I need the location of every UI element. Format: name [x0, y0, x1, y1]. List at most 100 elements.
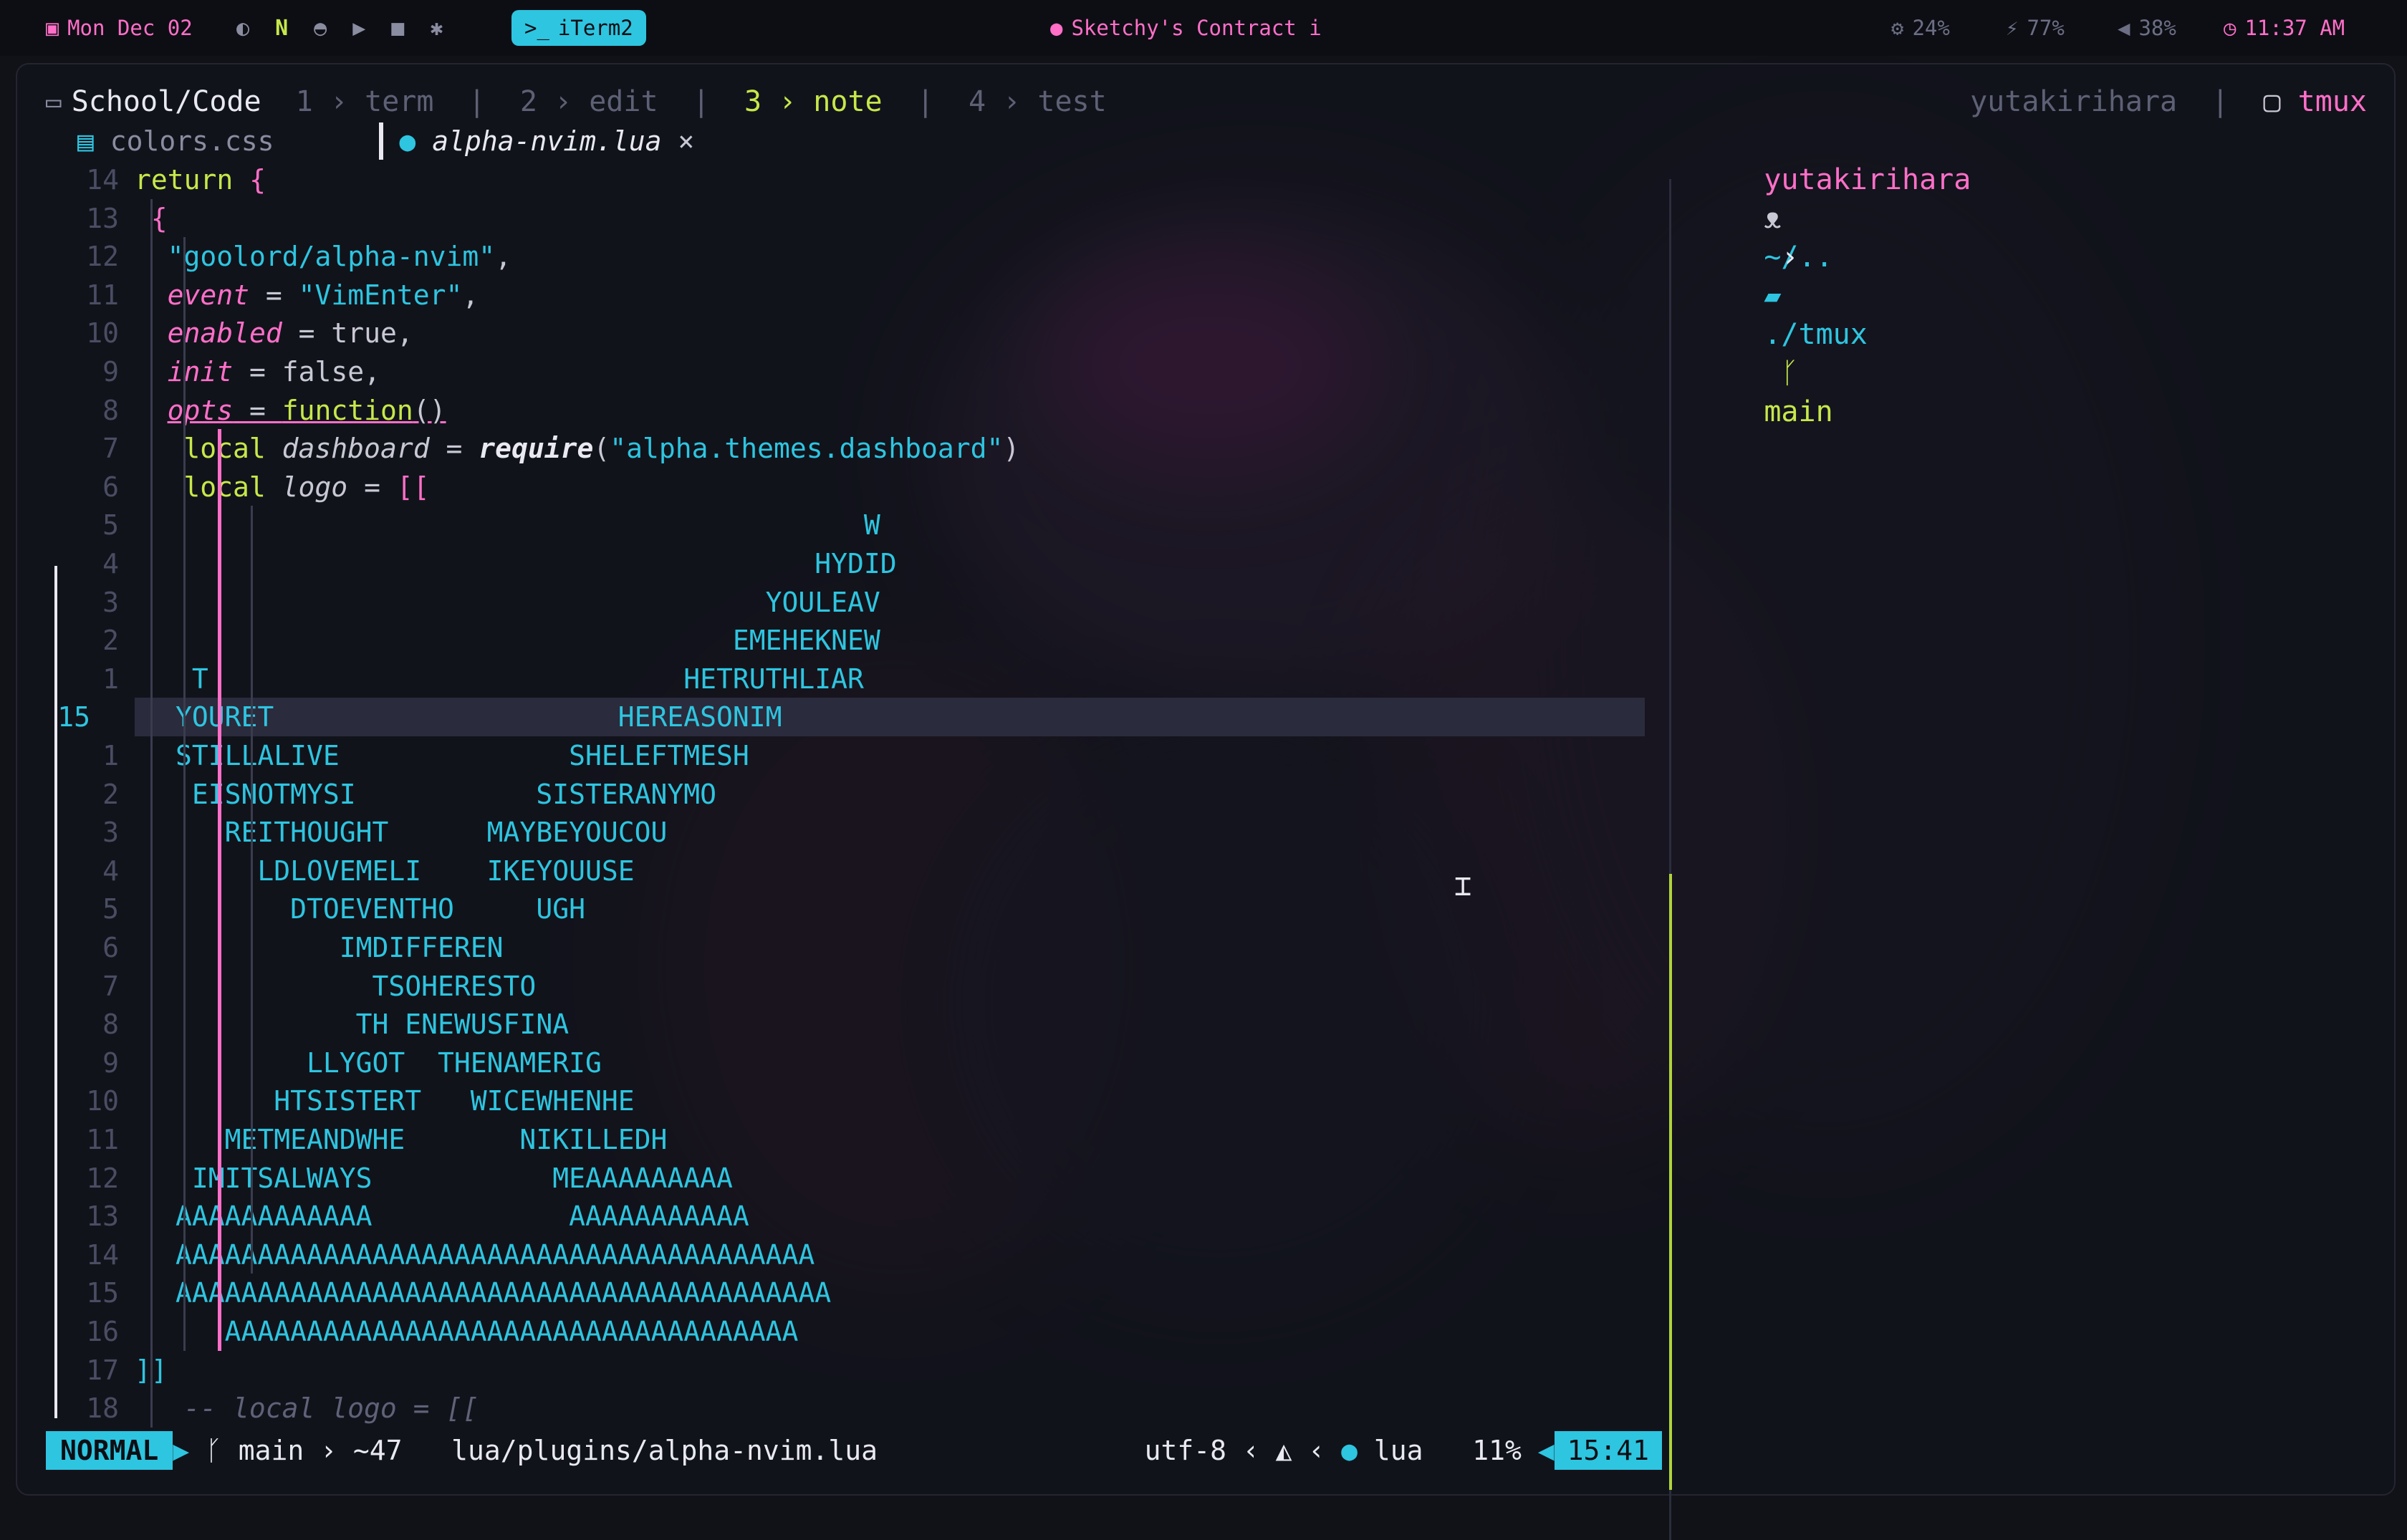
- code-line[interactable]: 5 DTOEVENTHO UGH: [17, 890, 1665, 928]
- code-line[interactable]: 8 TH ENEWUSFINA: [17, 1005, 1665, 1044]
- indent-guide: [251, 506, 253, 1274]
- shell-branch: main: [1764, 395, 1833, 428]
- date-label: Mon Dec 02: [67, 16, 193, 40]
- close-buffer-icon[interactable]: ×: [678, 125, 694, 157]
- tmux-status-bar: ▭ School/Code 1 › term | 2 › edit | 3 › …: [46, 85, 1107, 118]
- tmux-window-3[interactable]: 3 › note: [744, 85, 883, 118]
- code-line[interactable]: 17]]: [17, 1351, 1665, 1390]
- code-line[interactable]: 1 T HETRUTHLIAR: [17, 660, 1665, 698]
- line-number: 10: [86, 317, 119, 350]
- tmux-right-label: tmux: [2297, 85, 2367, 118]
- code-line[interactable]: 8 opts = function(): [17, 391, 1665, 430]
- code-line[interactable]: 9 init = false,: [17, 352, 1665, 391]
- shell-input-line[interactable]: ᴥ ›: [1695, 160, 1798, 274]
- code-line[interactable]: 2 EISNOTMYSI SISTERANYMO: [17, 775, 1665, 814]
- clock-item[interactable]: ◷ 11:37 AM: [2224, 0, 2345, 56]
- line-text: DTOEVENTHO UGH: [176, 893, 585, 925]
- line-text: AAAAAAAAAAAAAAAAAAAAAAAAAAAAAAAAAAA: [176, 1316, 799, 1347]
- gear-icon[interactable]: ✱: [430, 16, 443, 41]
- line-number: 11: [86, 279, 119, 311]
- indent-guide: [183, 237, 186, 1351]
- cat-icon: ᴥ: [1764, 202, 1782, 235]
- code-line[interactable]: 16 AAAAAAAAAAAAAAAAAAAAAAAAAAAAAAAAAAA: [17, 1312, 1665, 1351]
- line-text: local dashboard = require("alpha.themes.…: [183, 433, 1020, 465]
- code-line[interactable]: 13 AAAAAAAAAAAA AAAAAAAAAAA: [17, 1197, 1665, 1236]
- buffer-tab-colors[interactable]: ▤ colors.css: [77, 125, 274, 157]
- line-text: "goolord/alpha-nvim",: [167, 241, 512, 273]
- line-text: YOULEAV: [176, 586, 880, 618]
- folder-icon[interactable]: ■: [391, 16, 404, 41]
- code-line[interactable]: 15 AAAAAAAAAAAAAAAAAAAAAAAAAAAAAAAAAAAAAA…: [17, 1274, 1665, 1312]
- tmux-window-4[interactable]: 4 › test: [969, 85, 1107, 118]
- tmux-window-1[interactable]: 1 › term: [296, 85, 434, 118]
- terminal-icon: >_: [524, 16, 549, 40]
- line-text: event = "VimEnter",: [167, 279, 479, 311]
- code-line[interactable]: 1 STILLALIVE SHELEFTMESH: [17, 736, 1665, 775]
- clock-label: 11:37 AM: [2244, 16, 2345, 40]
- code-line[interactable]: 11 event = "VimEnter",: [17, 276, 1665, 314]
- moon-icon[interactable]: ◐: [236, 16, 249, 41]
- line-text: EMEHEKNEW: [176, 625, 880, 657]
- code-line[interactable]: 7 local dashboard = require("alpha.themes…: [17, 429, 1665, 468]
- battery-label: 77%: [2027, 16, 2065, 40]
- line-text: TSOHERESTO: [176, 970, 537, 1002]
- menu-bar: ▣ Mon Dec 02 ◐ N ◓ ▶ ■ ✱ >_ iTerm2 ● Ske…: [0, 0, 2407, 56]
- line-text: TH ENEWUSFINA: [176, 1009, 570, 1041]
- neovim-icon[interactable]: N: [275, 16, 288, 41]
- line-number: 10: [86, 1085, 119, 1117]
- code-line[interactable]: 3 REITHOUGHT MAYBEYOUCOU: [17, 813, 1665, 852]
- editor-pane[interactable]: ▤ colors.css ● alpha-nvim.lua × 14 return…: [17, 122, 1665, 1483]
- line-text: T HETRUTHLIAR: [176, 663, 864, 695]
- branch-icon: ᚴ: [1764, 357, 1816, 390]
- now-playing[interactable]: ● Sketchy's Contract i: [1050, 0, 1322, 56]
- code-line[interactable]: 6 local logo = [[: [17, 468, 1665, 506]
- volume-item[interactable]: ◀ 38%: [2118, 0, 2176, 56]
- discord-icon[interactable]: ◓: [314, 16, 327, 41]
- play-icon[interactable]: ▶: [352, 16, 365, 41]
- tmux-window-2[interactable]: 2 › edit: [520, 85, 658, 118]
- line-number: 6: [102, 932, 119, 963]
- clock-icon: ◷: [2224, 16, 2237, 40]
- code-line[interactable]: 12 IMITSALWAYS MEAAAAAAAAA: [17, 1159, 1665, 1198]
- code-line[interactable]: 4 HYDID: [17, 544, 1665, 583]
- code-line[interactable]: 2 EMEHEKNEW: [17, 621, 1665, 660]
- line-text: enabled = true,: [167, 317, 413, 350]
- line-text: AAAAAAAAAAAAAAAAAAAAAAAAAAAAAAAAAAAAAAAA: [176, 1277, 832, 1309]
- line-number: 17: [86, 1354, 119, 1386]
- line-text: HYDID: [176, 548, 897, 579]
- shell-prompt: yutakirihara ~/.. ▰ ./tmux ᚴ main: [1695, 122, 1971, 428]
- line-number: 6: [102, 471, 119, 503]
- code-line[interactable]: 4 LDLOVEMELI IKEYOUUSE: [17, 852, 1665, 890]
- code-line[interactable]: 10 HTSISTERT WICEWHENHE: [17, 1082, 1665, 1120]
- code-line[interactable]: 9 LLYGOT THENAMERIG: [17, 1044, 1665, 1082]
- code-line[interactable]: 5 W: [17, 506, 1665, 544]
- indent-guide: [150, 198, 153, 1428]
- code-line[interactable]: 15 YOURET HEREASONIM: [17, 698, 1665, 737]
- code-line[interactable]: 10 enabled = true,: [17, 314, 1665, 352]
- cpu-label: 24%: [1912, 16, 1950, 40]
- battery-item[interactable]: ⚡ 77%: [2006, 0, 2065, 56]
- volume-label: 38%: [2138, 16, 2176, 40]
- buffer-tab-alpha[interactable]: ● alpha-nvim.lua ×: [383, 125, 694, 157]
- code-line[interactable]: 3 YOULEAV: [17, 583, 1665, 622]
- active-app-pill[interactable]: >_ iTerm2: [511, 10, 646, 46]
- tmux-user: yutakirihara: [1970, 85, 2178, 118]
- code-line[interactable]: 14 return {: [17, 160, 1665, 199]
- code-line[interactable]: 18 -- local logo = [[: [17, 1389, 1665, 1428]
- status-position: 15:41: [1554, 1431, 1662, 1470]
- status-branch: main: [238, 1435, 304, 1466]
- code-line[interactable]: 7 TSOHERESTO: [17, 967, 1665, 1006]
- line-text: IMITSALWAYS MEAAAAAAAAA: [176, 1162, 733, 1194]
- code-line[interactable]: 14 AAAAAAAAAAAAAAAAAAAAAAAAAAAAAAAAAAAAAA…: [17, 1236, 1665, 1274]
- code-line[interactable]: 12 "goolord/alpha-nvim",: [17, 237, 1665, 276]
- cpu-item[interactable]: ⚙ 24%: [1891, 0, 1950, 56]
- code-line[interactable]: 6 IMDIFFEREN: [17, 928, 1665, 967]
- line-number: 1: [102, 663, 119, 695]
- code-line[interactable]: 13 {: [17, 199, 1665, 238]
- line-number: 16: [86, 1316, 119, 1347]
- text-cursor-icon: ⌶: [1454, 870, 1472, 903]
- line-number: 4: [102, 548, 119, 579]
- status-filetype: lua: [1373, 1435, 1423, 1466]
- code-line[interactable]: 11 METMEANDWHE NIKILLEDH: [17, 1120, 1665, 1159]
- date-item[interactable]: ▣ Mon Dec 02: [46, 0, 193, 56]
